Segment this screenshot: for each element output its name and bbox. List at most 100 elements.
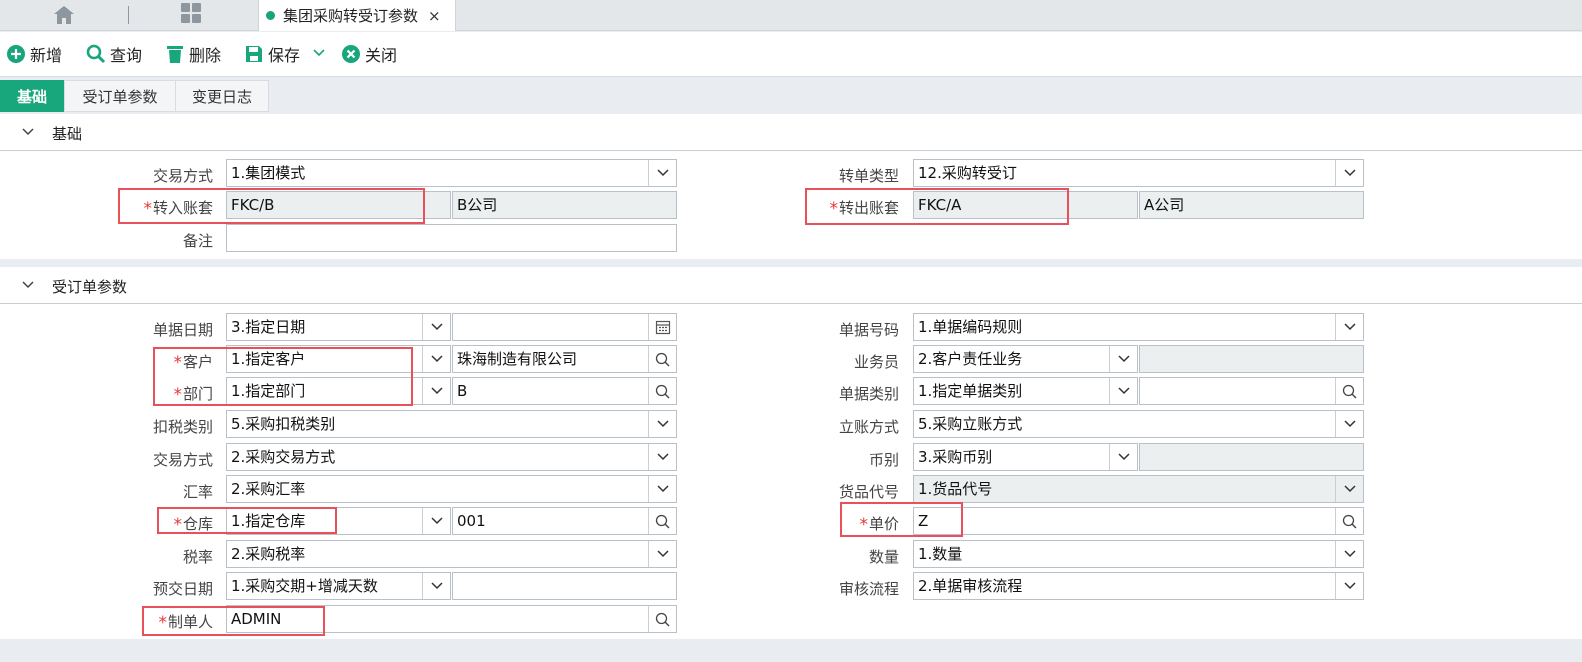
acct-mode-select[interactable]: 5.采购立账方式 bbox=[913, 410, 1364, 438]
rate-value: 2.采购汇率 bbox=[231, 480, 306, 498]
dept-value: 1.指定部门 bbox=[231, 382, 306, 400]
trade-mode-label: 交易方式 bbox=[152, 167, 213, 185]
maker-value: ADMIN bbox=[231, 610, 282, 628]
chevron-down-icon[interactable] bbox=[1335, 476, 1363, 502]
deliv-date-select[interactable]: 1.采购交期+增减天数 bbox=[226, 572, 451, 600]
search-icon[interactable] bbox=[648, 606, 676, 632]
delete-button[interactable]: 删除 bbox=[165, 42, 221, 66]
chevron-down-icon[interactable] bbox=[1109, 444, 1137, 470]
trade-mode2-select[interactable]: 2.采购交易方式 bbox=[226, 443, 677, 471]
in-account-label: *转入账套 bbox=[33, 197, 213, 219]
salesman-label: 业务员 bbox=[853, 353, 899, 371]
in-account-text: 转入账套 bbox=[152, 199, 213, 217]
out-account-text: 转出账套 bbox=[838, 199, 899, 217]
chevron-down-icon[interactable] bbox=[1335, 573, 1363, 599]
chevron-down-icon[interactable] bbox=[422, 314, 450, 340]
calendar-icon[interactable] bbox=[648, 314, 676, 340]
qty-label: 数量 bbox=[868, 548, 899, 566]
convert-type-select[interactable]: 12.采购转受订 bbox=[913, 159, 1364, 187]
out-account-field[interactable]: FKC/A bbox=[913, 191, 1138, 219]
tab-group-purchase-params[interactable]: 集团采购转受订参数 × bbox=[258, 0, 456, 31]
doc-cat-lookup[interactable] bbox=[1139, 377, 1364, 405]
add-button[interactable]: 新增 bbox=[6, 42, 62, 66]
chevron-down-icon[interactable] bbox=[648, 541, 676, 567]
acct-mode-label: 立账方式 bbox=[838, 418, 899, 436]
chevron-down-icon[interactable] bbox=[422, 573, 450, 599]
search-icon[interactable] bbox=[648, 508, 676, 534]
in-account-field[interactable]: FKC/B bbox=[226, 191, 451, 219]
chevron-down-icon[interactable] bbox=[1335, 160, 1363, 186]
search-icon[interactable] bbox=[648, 378, 676, 404]
chevron-down-icon[interactable] bbox=[648, 444, 676, 470]
chevron-down-icon[interactable] bbox=[422, 378, 450, 404]
doc-cat-select[interactable]: 1.指定单据类别 bbox=[913, 377, 1138, 405]
dept-label: *部门 bbox=[33, 383, 213, 405]
dept-select[interactable]: 1.指定部门 bbox=[226, 377, 451, 405]
search-icon bbox=[86, 44, 106, 64]
close-circle-icon bbox=[342, 45, 360, 63]
search-icon[interactable] bbox=[1335, 508, 1363, 534]
chevron-down-icon[interactable] bbox=[648, 160, 676, 186]
qty-select[interactable]: 1.数量 bbox=[913, 540, 1364, 568]
tax-rate-select[interactable]: 2.采购税率 bbox=[226, 540, 677, 568]
price-label: *单价 bbox=[719, 513, 899, 535]
tax-cat-select[interactable]: 5.采购扣税类别 bbox=[226, 410, 677, 438]
chevron-down-icon[interactable] bbox=[20, 279, 36, 291]
save-button[interactable]: 保存 bbox=[244, 42, 300, 66]
tax-cat-label: 扣税类别 bbox=[152, 418, 213, 436]
remark-label: 备注 bbox=[182, 232, 213, 250]
required-mark: * bbox=[173, 385, 182, 405]
trash-icon bbox=[167, 46, 183, 63]
trade-mode-select[interactable]: 1.集团模式 bbox=[226, 159, 677, 187]
audit-select[interactable]: 2.单据审核流程 bbox=[913, 572, 1364, 600]
customer-lookup[interactable]: 珠海制造有限公司 bbox=[452, 345, 677, 373]
tab-change-log[interactable]: 变更日志 bbox=[175, 80, 269, 112]
search-icon[interactable] bbox=[648, 346, 676, 372]
doc-date-select[interactable]: 3.指定日期 bbox=[226, 313, 451, 341]
warehouse-lookup[interactable]: 001 bbox=[452, 507, 677, 535]
query-button[interactable]: 查询 bbox=[86, 42, 142, 66]
chevron-down-icon[interactable] bbox=[1109, 346, 1137, 372]
warehouse-select[interactable]: 1.指定仓库 bbox=[226, 507, 451, 535]
rate-label: 汇率 bbox=[182, 483, 213, 501]
price-lookup[interactable]: Z bbox=[913, 507, 1364, 535]
chevron-down-icon[interactable] bbox=[1335, 411, 1363, 437]
maker-lookup[interactable]: ADMIN bbox=[226, 605, 677, 633]
basic-section-header[interactable]: 基础 bbox=[0, 114, 1582, 151]
chevron-down-icon[interactable] bbox=[648, 411, 676, 437]
close-button[interactable]: 关闭 bbox=[341, 42, 397, 66]
chevron-down-icon[interactable] bbox=[648, 476, 676, 502]
currency-value: 3.采购币别 bbox=[918, 448, 993, 466]
doc-no-select[interactable]: 1.单据编码规则 bbox=[913, 313, 1364, 341]
salesman-select[interactable]: 2.客户责任业务 bbox=[913, 345, 1138, 373]
order-section-header[interactable]: 受订单参数 bbox=[0, 267, 1582, 304]
audit-value: 2.单据审核流程 bbox=[918, 577, 1023, 595]
goods-code-label: 货品代号 bbox=[838, 483, 899, 501]
deliv-date-input[interactable] bbox=[452, 572, 677, 600]
save-dropdown-chevron-icon[interactable] bbox=[312, 48, 326, 58]
maker-label: *制单人 bbox=[33, 611, 213, 633]
goods-code-select[interactable]: 1.货品代号 bbox=[913, 475, 1364, 503]
customer-select[interactable]: 1.指定客户 bbox=[226, 345, 451, 373]
dept-lookup[interactable]: B bbox=[452, 377, 677, 405]
close-tab-icon[interactable]: × bbox=[428, 7, 441, 25]
currency-select[interactable]: 3.采购币别 bbox=[913, 443, 1138, 471]
chevron-down-icon[interactable] bbox=[1109, 378, 1137, 404]
tab-basic[interactable]: 基础 bbox=[0, 80, 64, 112]
chevron-down-icon[interactable] bbox=[1335, 541, 1363, 567]
tab-order-params[interactable]: 受订单参数 bbox=[64, 80, 176, 112]
chevron-down-icon[interactable] bbox=[20, 126, 36, 138]
doc-date-value: 3.指定日期 bbox=[231, 318, 306, 336]
chevron-down-icon[interactable] bbox=[1335, 314, 1363, 340]
remark-input[interactable] bbox=[226, 224, 677, 252]
add-label: 新增 bbox=[30, 46, 63, 65]
chevron-down-icon[interactable] bbox=[422, 346, 450, 372]
home-icon[interactable] bbox=[52, 4, 76, 26]
apps-grid-icon[interactable] bbox=[181, 3, 203, 25]
doc-date-input[interactable] bbox=[452, 313, 677, 341]
sub-tabs: 基础 受订单参数 变更日志 bbox=[0, 78, 1582, 113]
doc-no-label: 单据号码 bbox=[838, 321, 899, 339]
rate-select[interactable]: 2.采购汇率 bbox=[226, 475, 677, 503]
search-icon[interactable] bbox=[1335, 378, 1363, 404]
chevron-down-icon[interactable] bbox=[422, 508, 450, 534]
